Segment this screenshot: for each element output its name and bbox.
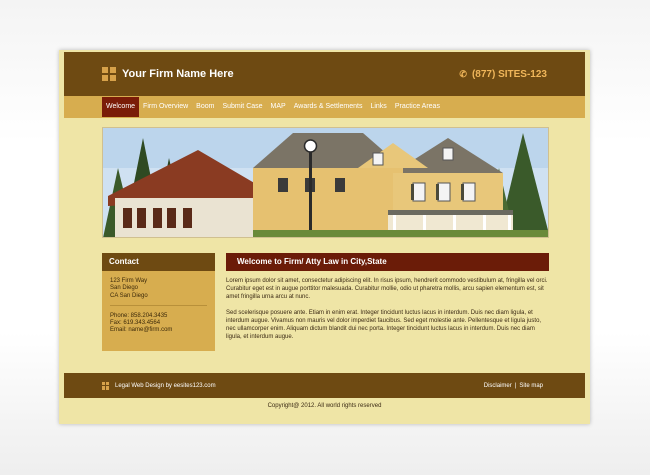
brand[interactable]: Your Firm Name Here xyxy=(102,67,234,81)
welcome-body: Lorem ipsum dolor sit amet, consectetur … xyxy=(226,277,549,348)
nav-item-links[interactable]: Links xyxy=(366,97,390,117)
nav-item-welcome[interactable]: Welcome xyxy=(102,97,140,117)
contact-email[interactable]: Email: name@firm.com xyxy=(110,327,207,334)
logo-icon xyxy=(102,67,116,81)
welcome-paragraph-2: Sed scelerisque posuere ante. Etiam in e… xyxy=(226,309,542,341)
footer-separator: | xyxy=(514,382,517,389)
main-nav: Welcome Firm Overview Boom Submit Case M… xyxy=(64,96,585,118)
hero-banner-image xyxy=(102,127,549,238)
footer-logo-icon xyxy=(102,381,110,390)
contact-box: 123 Firm Way San Diego CA San Diego Phon… xyxy=(102,271,215,351)
header-bar: Your Firm Name Here ✆ (877) SITES-123 xyxy=(64,52,585,96)
contact-divider xyxy=(110,304,207,306)
footer-disclaimer-link[interactable]: Disclaimer xyxy=(484,383,512,389)
phone-number: (877) SITES-123 xyxy=(471,68,547,80)
house-illustration xyxy=(103,128,548,237)
header-phone: ✆ (877) SITES-123 xyxy=(459,69,547,80)
contact-heading: Contact xyxy=(102,253,215,271)
footer-sitemap-link[interactable]: Site map xyxy=(519,383,543,389)
page-container: Your Firm Name Here ✆ (877) SITES-123 We… xyxy=(59,50,590,424)
footer-links: Disclaimer | Site map xyxy=(484,383,543,389)
welcome-paragraph-1: Lorem ipsum dolor sit amet, consectetur … xyxy=(226,278,548,301)
welcome-heading: Welcome to Firm/ Atty Law in City,State xyxy=(226,253,549,271)
nav-item-firm-overview[interactable]: Firm Overview xyxy=(139,97,192,117)
nav-item-practice-areas[interactable]: Practice Areas xyxy=(391,97,444,117)
nav-item-map[interactable]: MAP xyxy=(267,97,290,117)
footer-bar: Legal Web Design by eesites123.com Discl… xyxy=(64,373,585,398)
contact-phone: Phone: 858.204.3435 xyxy=(110,312,168,319)
contact-address-line1: 123 Firm Way xyxy=(110,278,148,284)
phone-icon: ✆ xyxy=(459,68,467,79)
contact-address-line3: CA San Diego xyxy=(110,292,148,299)
contact-fax: Fax: 619.343.4564 xyxy=(110,320,161,327)
copyright-text: Copyright@ 2012. All world rights reserv… xyxy=(267,403,382,409)
footer-credit-link[interactable]: Legal Web Design by eesites123.com xyxy=(115,383,216,389)
nav-item-boom[interactable]: Boom xyxy=(192,97,218,117)
firm-name[interactable]: Your Firm Name Here xyxy=(122,68,234,80)
nav-item-awards[interactable]: Awards & Settlements xyxy=(290,97,367,117)
footer-credit: Legal Web Design by eesites123.com xyxy=(102,381,216,390)
nav-item-submit-case[interactable]: Submit Case xyxy=(218,97,266,117)
contact-address-line2: San Diego xyxy=(110,285,139,292)
